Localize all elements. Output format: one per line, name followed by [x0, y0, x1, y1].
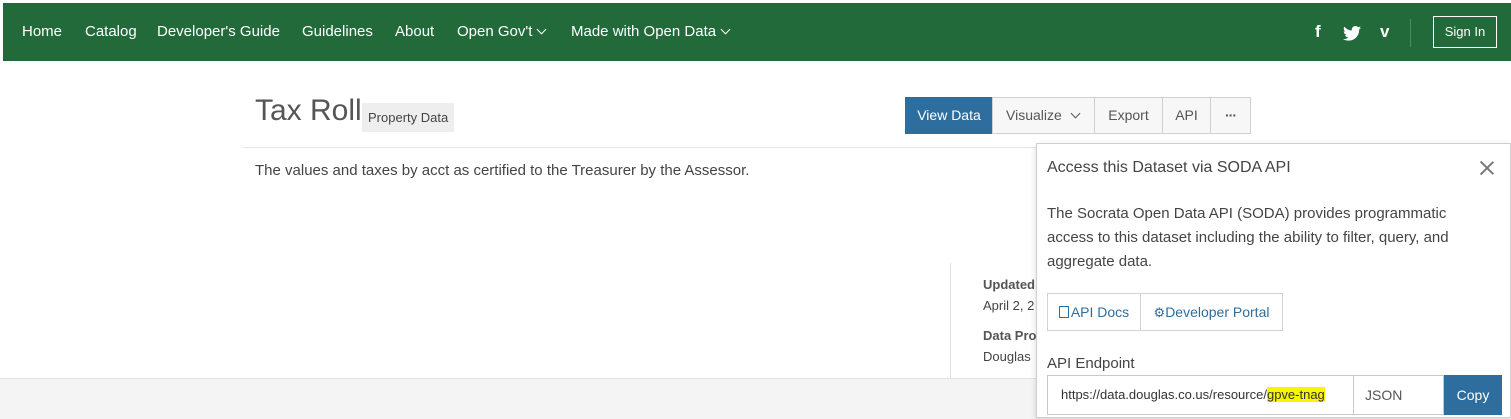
twitter-icon[interactable]: [1343, 4, 1361, 62]
api-docs-label: API Docs: [1070, 304, 1130, 320]
dataset-description: The values and taxes by acct as certifie…: [255, 162, 750, 179]
category-tag[interactable]: Property Data: [362, 103, 455, 132]
api-panel-title: Access this Dataset via SODA API: [1047, 159, 1291, 176]
chevron-down-icon: [1070, 108, 1081, 119]
api-panel: Access this Dataset via SODA API The Soc…: [1036, 143, 1511, 418]
updated-value: April 2, 2: [983, 298, 1035, 313]
api-endpoint-label: API Endpoint: [1047, 355, 1135, 372]
nav-catalog[interactable]: Catalog: [85, 3, 137, 61]
format-select[interactable]: JSON: [1354, 375, 1444, 415]
nav-open-govt[interactable]: Open Gov't: [457, 3, 547, 61]
nav-developers-guide[interactable]: Developer's Guide: [157, 3, 280, 61]
vimeo-icon[interactable]: v: [1380, 3, 1389, 61]
sign-in-button[interactable]: Sign In: [1433, 16, 1497, 48]
copy-button[interactable]: Copy: [1444, 375, 1502, 415]
top-navigation-bar: Home Catalog Developer's Guide Guideline…: [3, 3, 1511, 61]
chevron-down-icon: [536, 24, 547, 35]
api-panel-description: The Socrata Open Data API (SODA) provide…: [1047, 205, 1449, 270]
data-provided-value: Douglas: [983, 349, 1031, 364]
visualize-label: Visualize: [1006, 107, 1062, 123]
endpoint-dataset-id: gpve-tnag: [1266, 387, 1325, 402]
gear-icon: ⚙: [1153, 305, 1166, 320]
nav-made-with-open-data[interactable]: Made with Open Data: [571, 3, 731, 61]
view-data-button[interactable]: View Data: [905, 97, 993, 134]
nav-open-govt-label: Open Gov't: [457, 23, 533, 40]
nav-made-with-open-data-label: Made with Open Data: [571, 23, 717, 40]
endpoint-url-prefix: https://data.douglas.co.us/resource/: [1061, 387, 1267, 402]
api-docs-button[interactable]: API Docs: [1047, 293, 1141, 331]
header-divider: [243, 147, 1043, 148]
document-icon: [1058, 306, 1069, 318]
nav-about[interactable]: About: [395, 3, 434, 61]
api-endpoint-field[interactable]: https://data.douglas.co.us/resource/gpve…: [1047, 375, 1354, 415]
export-button[interactable]: Export: [1094, 97, 1163, 134]
api-button[interactable]: API: [1162, 97, 1211, 134]
page-title: Tax Roll: [255, 94, 362, 127]
close-icon[interactable]: [1477, 158, 1497, 178]
more-actions-button[interactable]: ···: [1210, 97, 1251, 134]
nav-divider: [1410, 19, 1411, 47]
visualize-button[interactable]: Visualize: [992, 97, 1095, 134]
data-provided-label: Data Pro: [983, 328, 1037, 343]
metadata-divider: [950, 263, 951, 378]
facebook-icon[interactable]: f: [1315, 3, 1321, 61]
nav-home[interactable]: Home: [22, 3, 62, 61]
developer-portal-label: Developer Portal: [1165, 304, 1270, 320]
chevron-down-icon: [720, 24, 731, 35]
updated-label: Updated: [983, 277, 1035, 292]
developer-portal-button[interactable]: ⚙Developer Portal: [1140, 293, 1283, 331]
nav-guidelines[interactable]: Guidelines: [302, 3, 373, 61]
